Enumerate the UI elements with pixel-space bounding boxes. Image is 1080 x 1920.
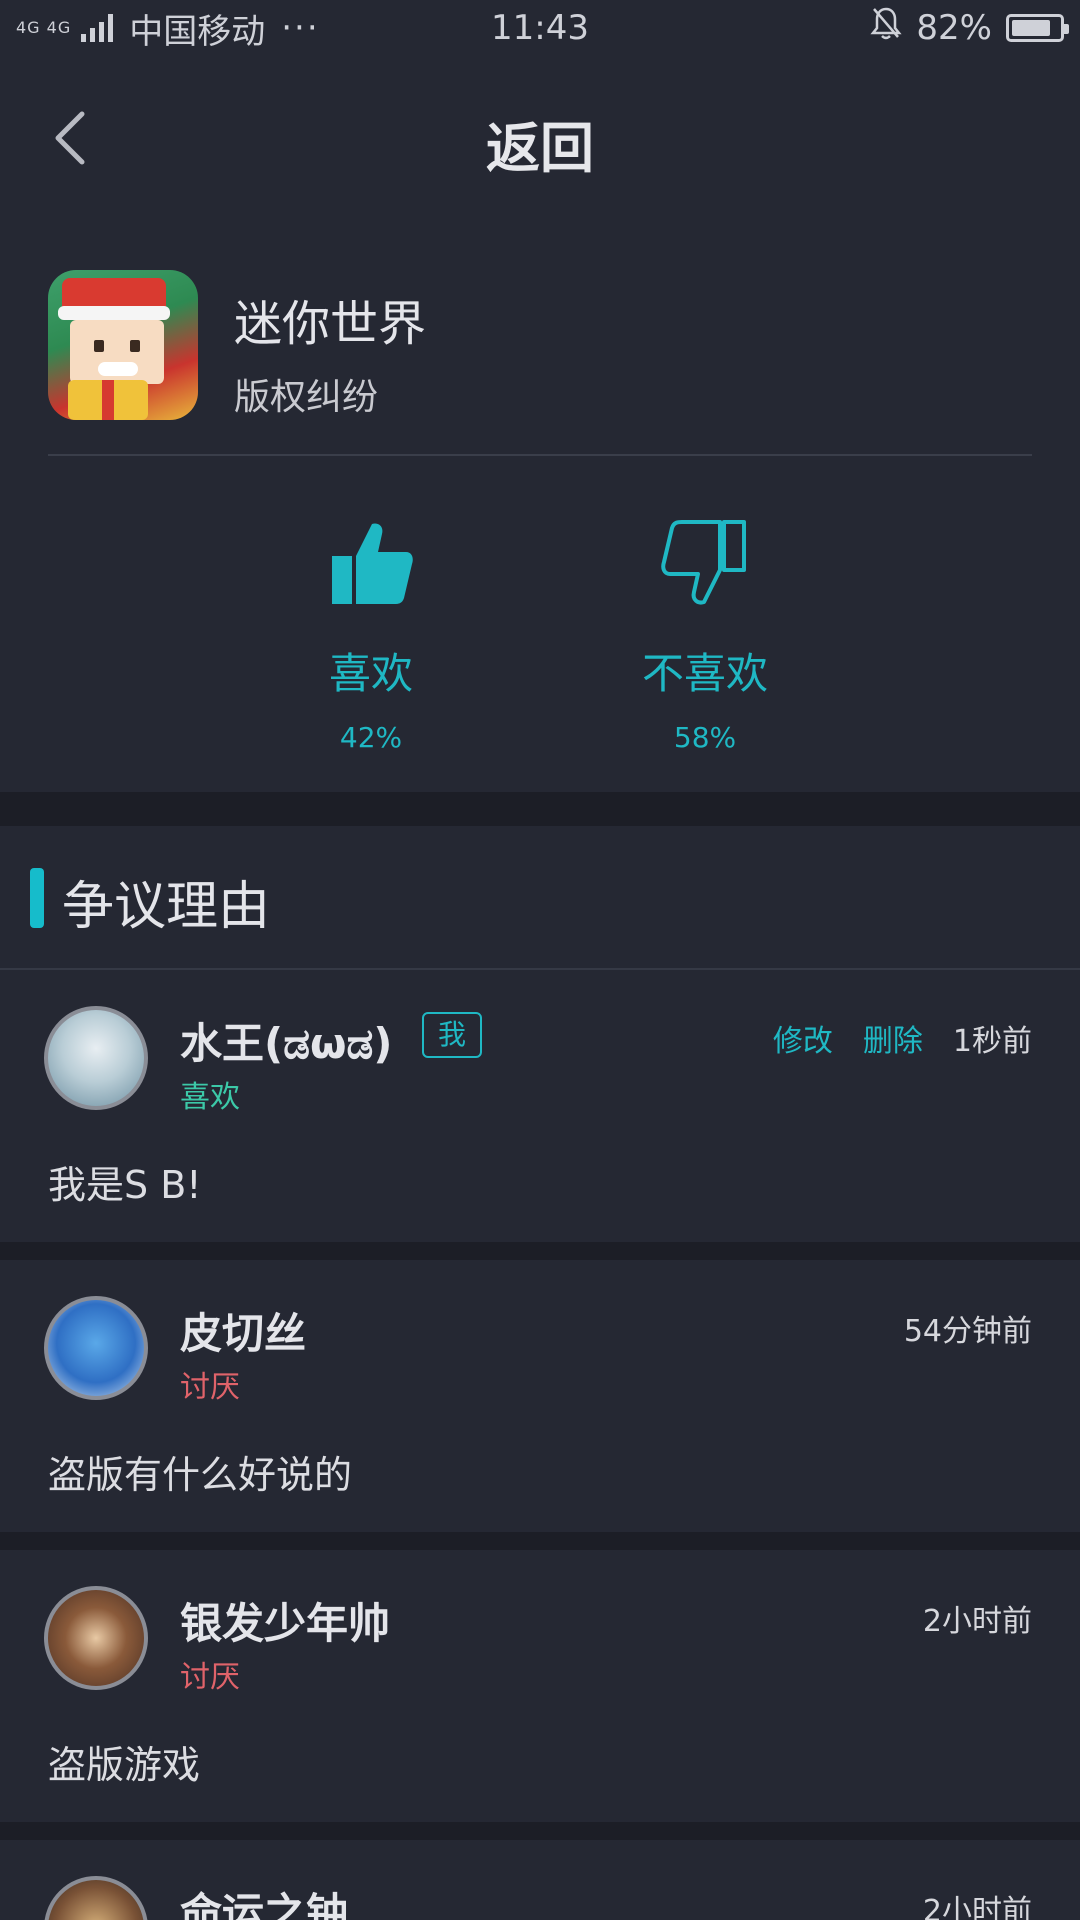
status-bar: 4G 4G 中国移动 ··· 11:43 82% bbox=[0, 0, 1080, 56]
section-divider bbox=[0, 792, 1080, 826]
mute-bell-icon bbox=[870, 6, 903, 49]
comment-time: 1秒前 bbox=[952, 1024, 1032, 1059]
comment-text: 盗版游戏 bbox=[48, 1743, 201, 1787]
me-badge: 我 bbox=[422, 1012, 482, 1058]
like-label: 喜欢 bbox=[328, 649, 413, 698]
game-info: 迷你世界 版权纠纷 bbox=[48, 270, 1032, 456]
comment-time: 2小时前 bbox=[922, 1894, 1032, 1920]
section-header: 争议理由 bbox=[0, 826, 1080, 970]
comment-text: 我是S B! bbox=[48, 1163, 202, 1207]
game-name: 迷你世界 bbox=[234, 296, 427, 352]
comment-item: 银发少年帅 讨厌 2小时前 盗版游戏 bbox=[0, 1586, 1080, 1822]
comment-stance: 喜欢 bbox=[180, 1080, 240, 1115]
avatar[interactable] bbox=[44, 1586, 148, 1690]
comment-author[interactable]: 命运之钟 bbox=[180, 1880, 348, 1920]
game-tag: 版权纠纷 bbox=[234, 377, 379, 418]
comment-stance: 讨厌 bbox=[180, 1370, 240, 1405]
comment-item: 皮切丝 讨厌 54分钟前 盗版有什么好说的 bbox=[0, 1296, 1080, 1532]
avatar[interactable] bbox=[44, 1006, 148, 1110]
comment-time: 2小时前 bbox=[922, 1604, 1032, 1639]
comment-item: 水王(ಡωಡ) 我 喜欢 修改 删除 1秒前 我是S B! bbox=[0, 1006, 1080, 1242]
avatar[interactable] bbox=[44, 1296, 148, 1400]
comment-item: 命运之钟 2小时前 bbox=[0, 1876, 1080, 1920]
comment-author[interactable]: 皮切丝 bbox=[180, 1300, 306, 1361]
comment-time: 54分钟前 bbox=[903, 1314, 1032, 1349]
comment-author[interactable]: 水王(ಡωಡ) bbox=[180, 1010, 392, 1071]
edit-button[interactable]: 修改 bbox=[773, 1016, 833, 1060]
section-accent-bar bbox=[30, 868, 44, 928]
delete-button[interactable]: 删除 bbox=[863, 1016, 923, 1060]
comment-author[interactable]: 银发少年帅 bbox=[180, 1590, 390, 1651]
header: 返回 bbox=[0, 80, 1080, 196]
avatar[interactable] bbox=[44, 1876, 148, 1920]
comment-stance: 讨厌 bbox=[180, 1660, 240, 1695]
like-button[interactable]: 喜欢 42% bbox=[251, 516, 491, 754]
comment-divider bbox=[0, 1822, 1080, 1840]
battery-icon bbox=[1006, 13, 1069, 42]
section-title: 争议理由 bbox=[62, 877, 271, 937]
dislike-percent: 58% bbox=[673, 721, 737, 754]
dislike-label: 不喜欢 bbox=[641, 649, 768, 698]
like-percent: 42% bbox=[339, 721, 403, 754]
dislike-button[interactable]: 不喜欢 58% bbox=[585, 516, 825, 754]
comment-divider bbox=[0, 1242, 1080, 1260]
page-title[interactable]: 返回 bbox=[0, 104, 1080, 183]
game-icon bbox=[48, 270, 198, 420]
vote-panel: 喜欢 42% 不喜欢 58% bbox=[0, 456, 1080, 792]
battery-percent: 82% bbox=[916, 7, 992, 48]
comment-divider bbox=[0, 1532, 1080, 1550]
thumbs-down-icon bbox=[660, 516, 750, 610]
comment-text: 盗版有什么好说的 bbox=[48, 1453, 353, 1497]
thumbs-up-icon bbox=[326, 516, 416, 610]
